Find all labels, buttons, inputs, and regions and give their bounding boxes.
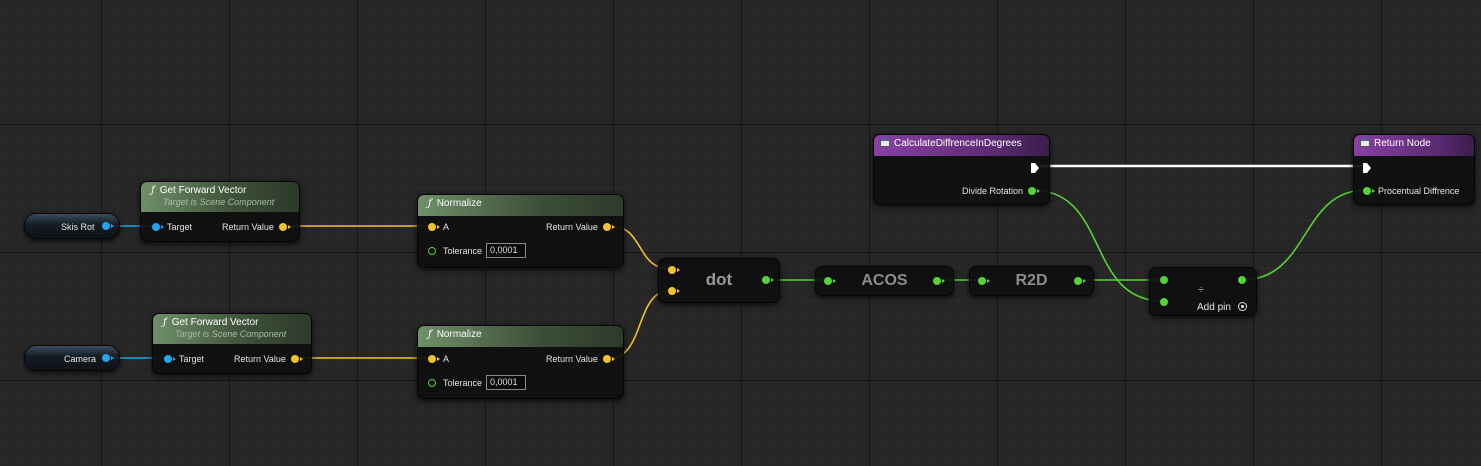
normalize2-a-pin[interactable]	[428, 355, 440, 363]
divide-symbol: ÷	[1198, 284, 1205, 296]
acos-node[interactable]: ACOS	[815, 266, 954, 296]
normalize1-tolerance-pin[interactable]	[428, 247, 436, 255]
forward2-target-pin[interactable]	[164, 355, 176, 363]
normalize-node-1[interactable]: ƒ Normalize A Return Value Tolerance 0,00…	[417, 194, 624, 268]
normalize1-return-label: Return Value	[546, 222, 598, 232]
procentual-diffrence-label: Procentual Diffrence	[1378, 186, 1460, 196]
camera-variable-node[interactable]: Camera	[24, 345, 120, 371]
return-node[interactable]: Return Node Procentual Diffrence	[1353, 134, 1475, 205]
normalize1-return-pin[interactable]	[603, 223, 615, 231]
forward2-target-label: Target	[179, 354, 205, 364]
forward1-target-label: Target	[167, 222, 193, 232]
normalize1-tolerance-input[interactable]: 0,0001	[486, 243, 526, 258]
dot-product-label: dot	[705, 270, 733, 289]
node-title: Return Node	[1374, 138, 1431, 149]
dot-product-node[interactable]: dot	[658, 258, 780, 303]
function-icon: ƒ	[428, 329, 432, 340]
node-title: Get Forward Vector	[159, 185, 247, 196]
get-forward-vector-header-2: ƒ Get Forward Vector Target is Scene Comp…	[153, 314, 311, 344]
node-subtitle: Target is Scene Component	[163, 197, 275, 207]
normalize2-a-label: A	[443, 354, 450, 364]
add-pin-icon[interactable]	[1238, 302, 1247, 311]
divide-node[interactable]: ÷ Add pin	[1149, 267, 1257, 316]
divide-input-a-pin[interactable]	[1160, 276, 1168, 284]
dot-input-a-pin[interactable]	[668, 266, 680, 274]
skis-rot-output-pin[interactable]	[102, 222, 114, 230]
function-icon: ƒ	[163, 317, 167, 328]
return-node-header: Return Node	[1354, 135, 1474, 156]
forward1-target-pin[interactable]	[152, 223, 164, 231]
r2d-input-pin[interactable]	[978, 277, 990, 285]
function-entry-node[interactable]: CalculateDiffrenceInDegrees Divide Rotat…	[873, 134, 1050, 205]
skis-rot-label: Skis Rot	[61, 222, 95, 232]
node-title: Normalize	[436, 329, 482, 340]
dot-input-b-pin[interactable]	[668, 287, 680, 295]
divide-rotation-pin[interactable]	[1028, 187, 1040, 195]
normalize2-return-label: Return Value	[546, 354, 598, 364]
r2d-output-pin[interactable]	[1074, 277, 1086, 285]
function-icon: ƒ	[151, 185, 155, 196]
normalize2-tolerance-label: Tolerance	[443, 378, 483, 388]
camera-label: Camera	[64, 354, 97, 364]
function-icon: ƒ	[428, 198, 432, 209]
normalize1-tolerance-label: Tolerance	[443, 246, 483, 256]
divide-output-pin[interactable]	[1238, 276, 1246, 284]
wire-divide-to-return	[1241, 189, 1367, 281]
function-entry-icon	[880, 138, 890, 147]
add-pin-label[interactable]: Add pin	[1197, 302, 1231, 313]
acos-output-pin[interactable]	[933, 277, 945, 285]
normalize-node-2[interactable]: ƒ Normalize A Return Value Tolerance 0,00…	[417, 325, 624, 399]
normalize1-a-pin[interactable]	[428, 223, 440, 231]
procentual-diffrence-pin[interactable]	[1363, 187, 1375, 195]
normalize-header-2: ƒ Normalize	[418, 326, 623, 347]
normalize-header-1: ƒ Normalize	[418, 195, 623, 216]
normalize1-a-label: A	[443, 222, 450, 232]
forward2-return-label: Return Value	[234, 354, 286, 364]
node-title: CalculateDiffrenceInDegrees	[894, 138, 1022, 149]
normalize2-tolerance-input[interactable]: 0,0001	[486, 375, 526, 390]
node-title: Get Forward Vector	[171, 317, 259, 328]
normalize2-tolerance-pin[interactable]	[428, 379, 436, 387]
skis-rot-variable-node[interactable]: Skis Rot	[24, 213, 120, 239]
camera-output-pin[interactable]	[102, 354, 114, 362]
forward2-return-pin[interactable]	[291, 355, 303, 363]
get-forward-vector-node-2[interactable]: ƒ Get Forward Vector Target is Scene Comp…	[152, 313, 312, 374]
node-subtitle: Target is Scene Component	[175, 329, 287, 339]
forward1-return-label: Return Value	[222, 222, 274, 232]
forward1-return-pin[interactable]	[279, 223, 291, 231]
divide-rotation-label: Divide Rotation	[962, 186, 1024, 196]
function-entry-header: CalculateDiffrenceInDegrees	[874, 135, 1049, 156]
get-forward-vector-header-1: ƒ Get Forward Vector Target is Scene Comp…	[141, 182, 299, 212]
normalize2-return-pin[interactable]	[603, 355, 615, 363]
divide-input-b-pin[interactable]	[1160, 298, 1168, 306]
dot-output-pin[interactable]	[762, 276, 774, 284]
node-title: Normalize	[436, 198, 482, 209]
r2d-node[interactable]: R2D	[969, 266, 1094, 296]
return-node-icon	[1360, 138, 1370, 147]
get-forward-vector-node-1[interactable]: ƒ Get Forward Vector Target is Scene Comp…	[140, 181, 300, 242]
acos-input-pin[interactable]	[824, 277, 836, 285]
